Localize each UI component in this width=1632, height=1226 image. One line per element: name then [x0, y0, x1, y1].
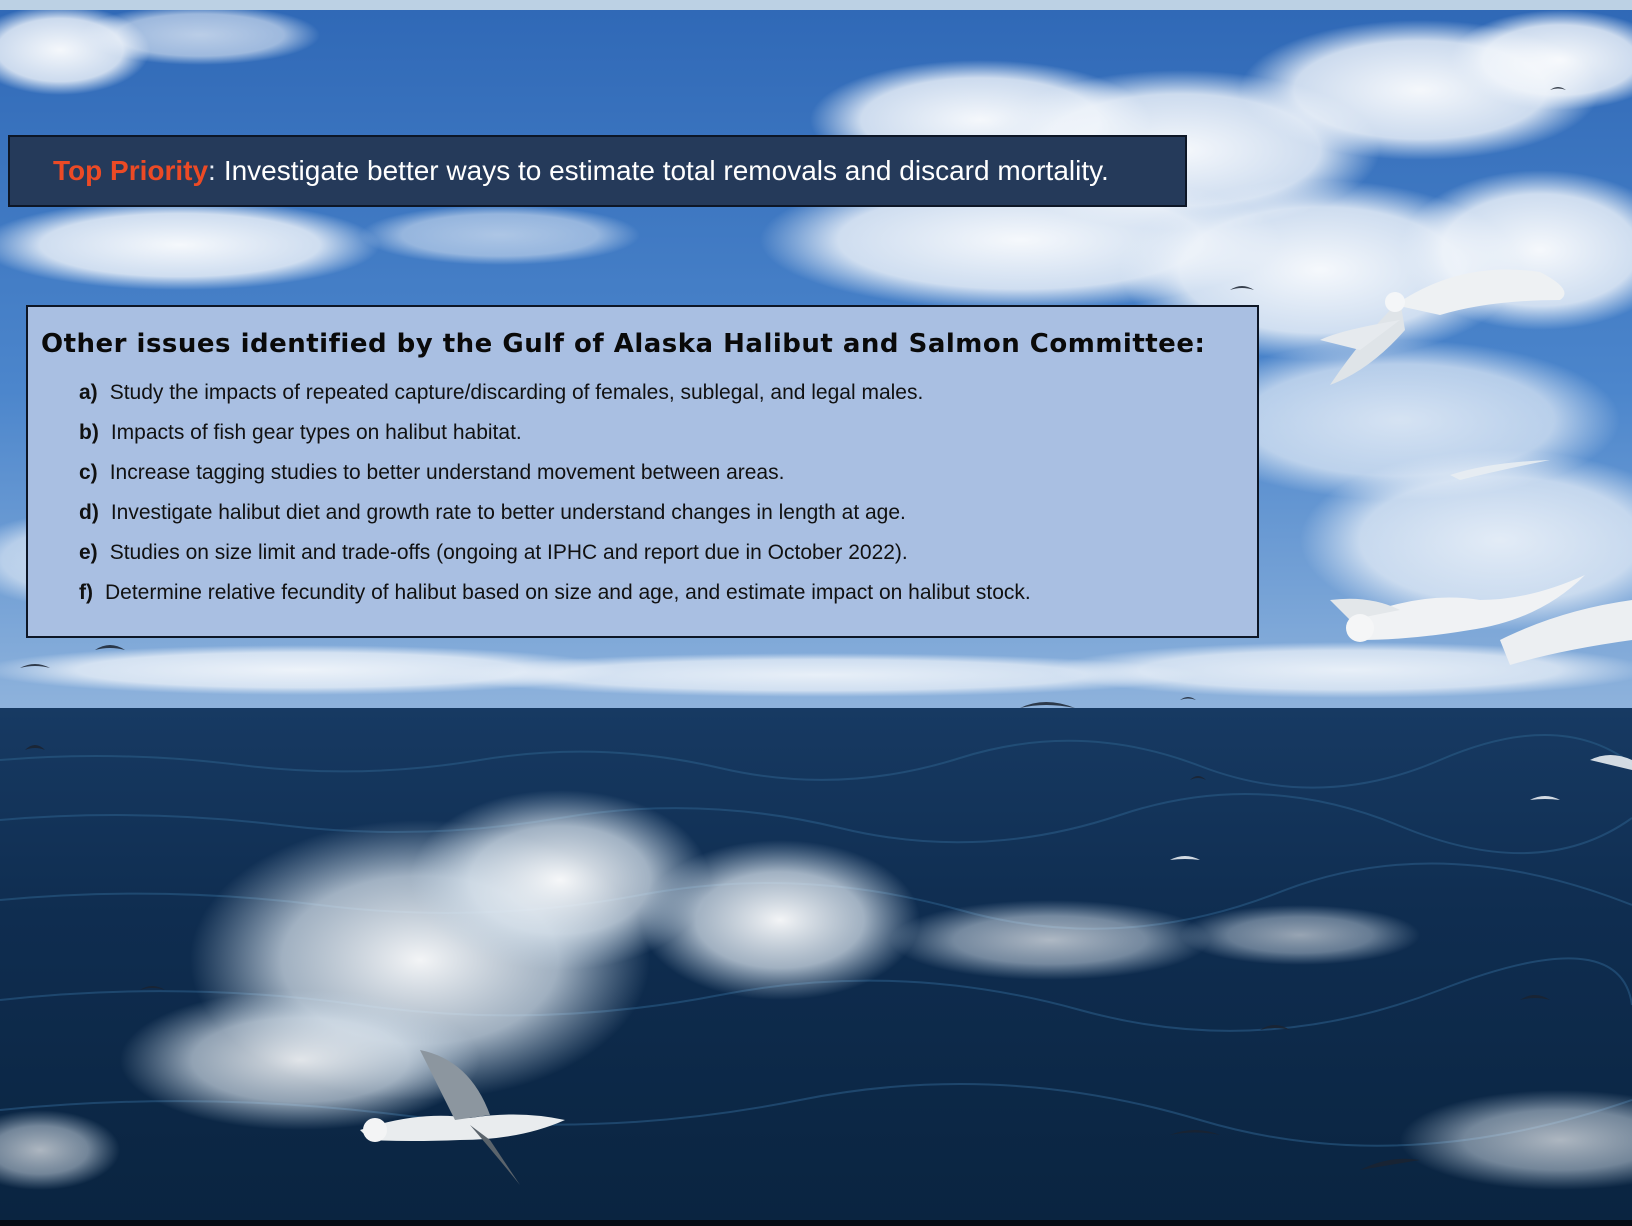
issues-list: a) Study the impacts of repeated capture/… — [41, 373, 1257, 613]
top-priority-banner: Top Priority : Investigate better ways t… — [8, 135, 1187, 207]
list-item: f) Determine relative fecundity of halibu… — [79, 573, 1257, 613]
item-text: Studies on size limit and trade-offs (on… — [109, 541, 908, 564]
issues-panel: Other issues identified by the Gulf of A… — [26, 305, 1259, 638]
top-border-strip — [0, 0, 1632, 10]
item-text: Study the impacts of repeated capture/di… — [109, 381, 924, 404]
item-text: Determine relative fecundity of halibut … — [105, 581, 1031, 604]
item-letter: f) — [79, 581, 93, 604]
item-letter: c) — [79, 461, 98, 484]
list-item: e) Studies on size limit and trade-offs (… — [79, 533, 1257, 573]
item-text: Increase tagging studies to better under… — [109, 461, 785, 484]
issues-title: Other issues identified by the Gulf of A… — [41, 329, 1206, 359]
bottom-border-strip — [0, 1220, 1632, 1226]
item-letter: e) — [79, 541, 98, 564]
priority-text: Investigate better ways to estimate tota… — [223, 155, 1109, 186]
list-item: d) Investigate halibut diet and growth ra… — [79, 493, 1257, 533]
priority-label: Top Priority — [53, 155, 209, 186]
list-item: c) Increase tagging studies to better und… — [79, 453, 1257, 493]
item-letter: d) — [79, 501, 99, 524]
list-item: a) Study the impacts of repeated capture/… — [79, 373, 1257, 413]
item-text: Investigate halibut diet and growth rate… — [110, 501, 906, 524]
list-item: b) Impacts of fish gear types on halibut … — [79, 413, 1257, 453]
priority-separator: : — [208, 155, 216, 186]
slide: Top Priority : Investigate better ways t… — [0, 0, 1632, 1226]
item-text: Impacts of fish gear types on halibut ha… — [110, 421, 522, 444]
item-letter: a) — [79, 381, 98, 404]
item-letter: b) — [79, 421, 99, 444]
